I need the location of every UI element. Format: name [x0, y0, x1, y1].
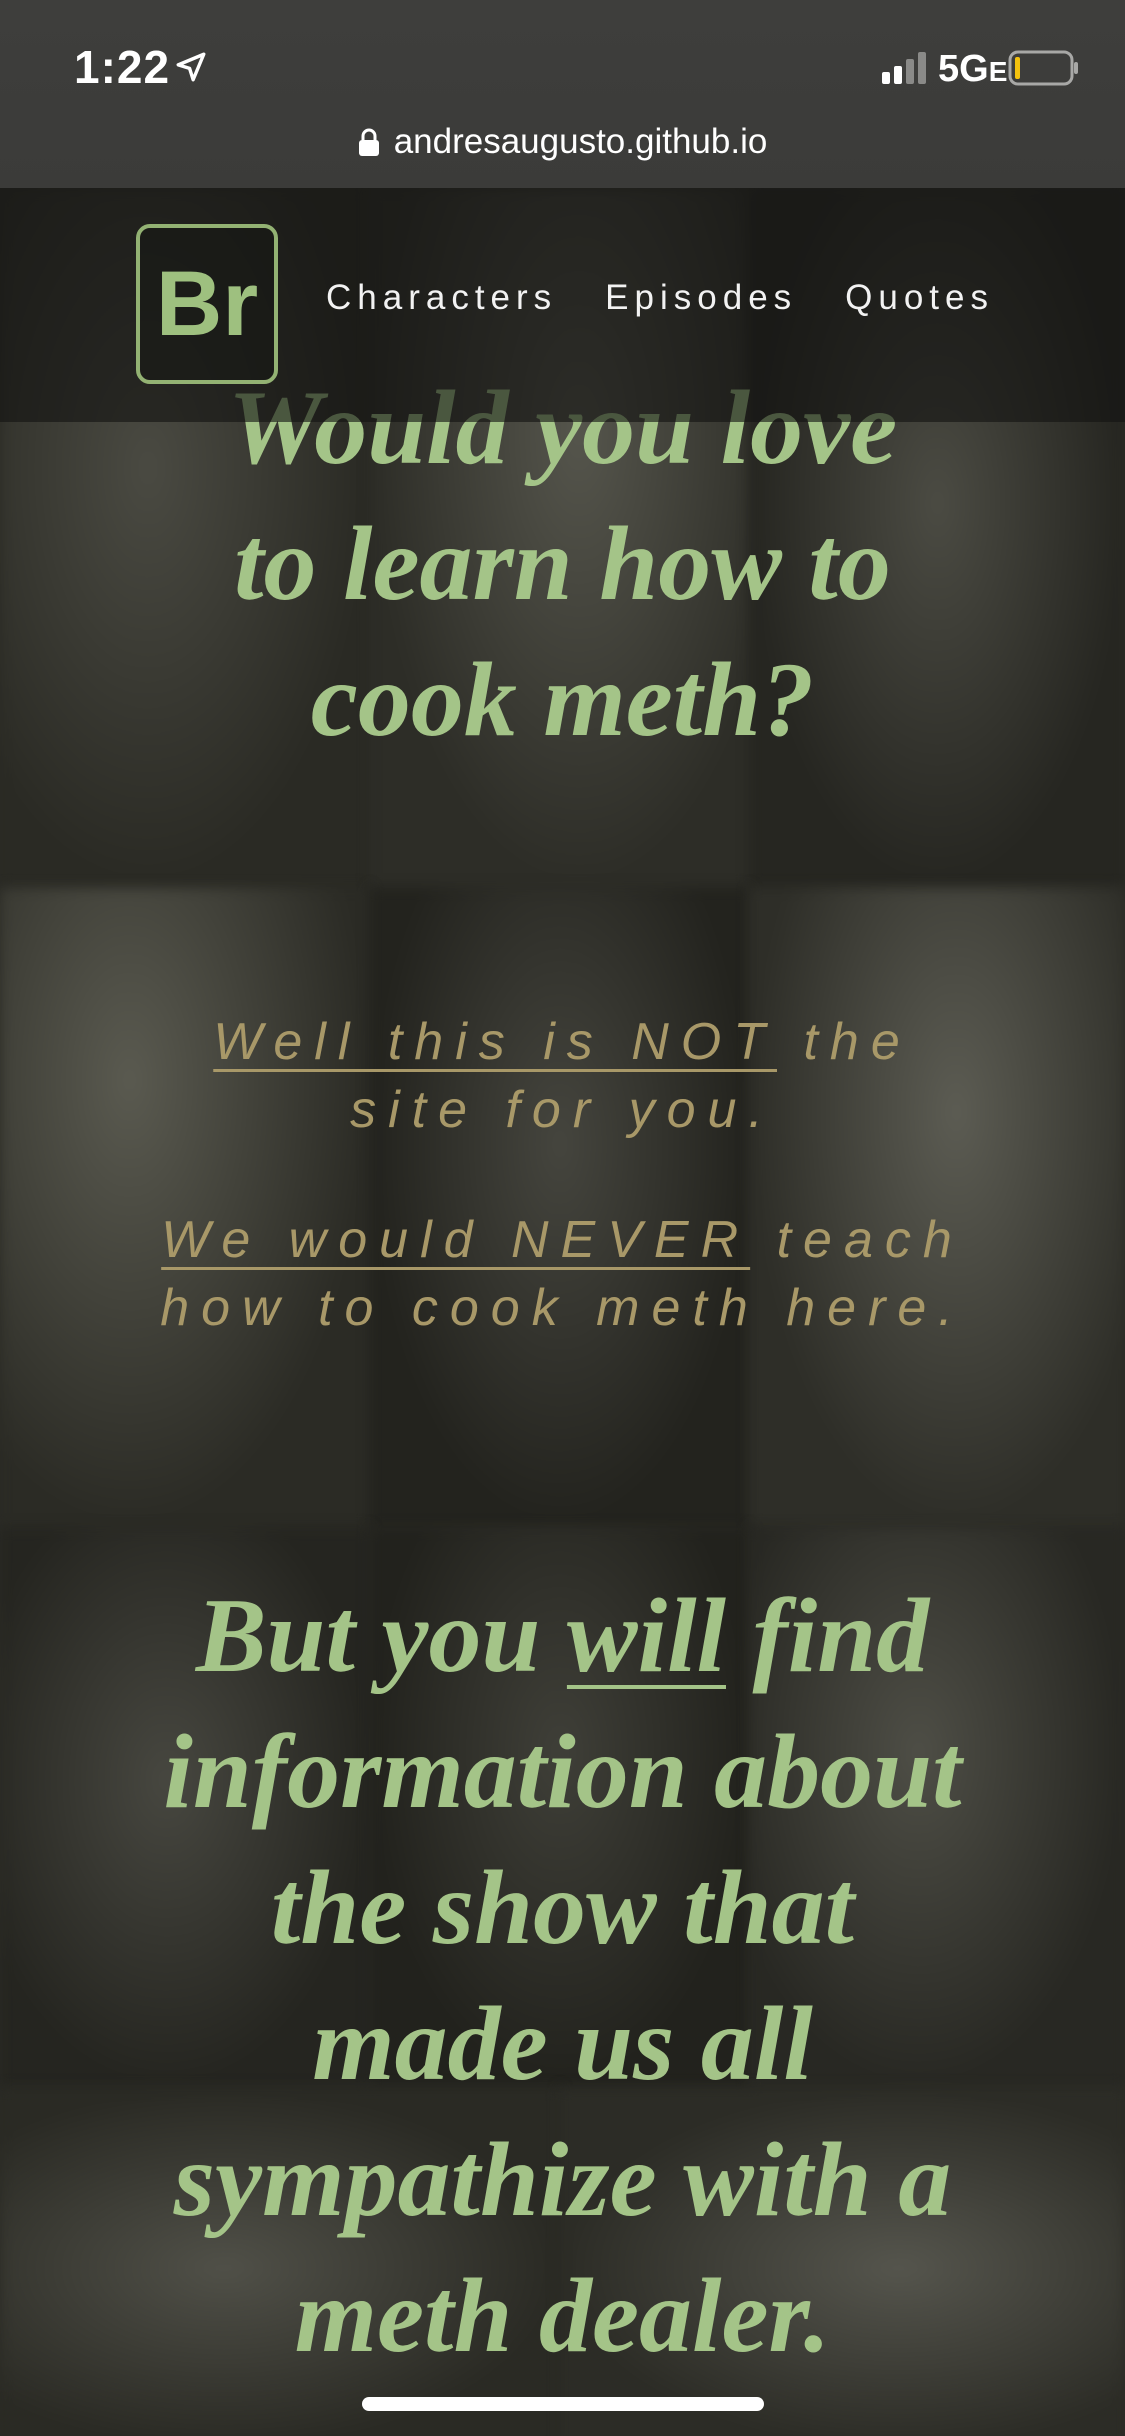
- network-type-label: 5GE: [938, 48, 1008, 90]
- tagline-1-emphasis: Well this is NOT: [213, 1013, 777, 1071]
- closing-prefix: But you: [195, 1577, 567, 1694]
- closing-emphasis: will: [566, 1577, 726, 1694]
- url-bar[interactable]: andresaugusto.github.io: [0, 112, 1125, 172]
- nav-link-episodes[interactable]: Episodes: [605, 278, 797, 318]
- tagline-not-the-site: Well this is NOT the site for you.: [183, 1008, 943, 1144]
- main-content: Would you love to learn how to cook meth…: [0, 360, 1125, 2384]
- nav-link-quotes[interactable]: Quotes: [845, 278, 994, 318]
- nav-link-characters[interactable]: Characters: [326, 278, 557, 318]
- nav-links: Characters Episodes Quotes: [326, 278, 994, 318]
- closing-rest: find information about the show that mad…: [163, 1577, 962, 2374]
- tagline-never-teach: We would NEVER teach how to cook meth he…: [113, 1206, 1013, 1342]
- signal-bars-icon: [882, 52, 926, 84]
- home-indicator[interactable]: [362, 2397, 764, 2411]
- tagline-2-emphasis: We would NEVER: [161, 1211, 751, 1269]
- location-arrow-icon: [176, 52, 206, 82]
- site-logo[interactable]: Br: [136, 224, 278, 384]
- screen: 1:22 5GE andresaugusto.github.io Br Char…: [0, 0, 1125, 2436]
- battery-low-icon: [1008, 50, 1078, 86]
- url-text: andresaugusto.github.io: [393, 122, 768, 161]
- status-time: 1:22: [74, 41, 171, 93]
- lock-icon: [358, 128, 379, 156]
- browser-status-area: 1:22 5GE andresaugusto.github.io: [0, 0, 1125, 188]
- site-navbar: Br Characters Episodes Quotes: [0, 188, 1125, 422]
- closing-heading: But you will find information about the …: [163, 1568, 963, 2384]
